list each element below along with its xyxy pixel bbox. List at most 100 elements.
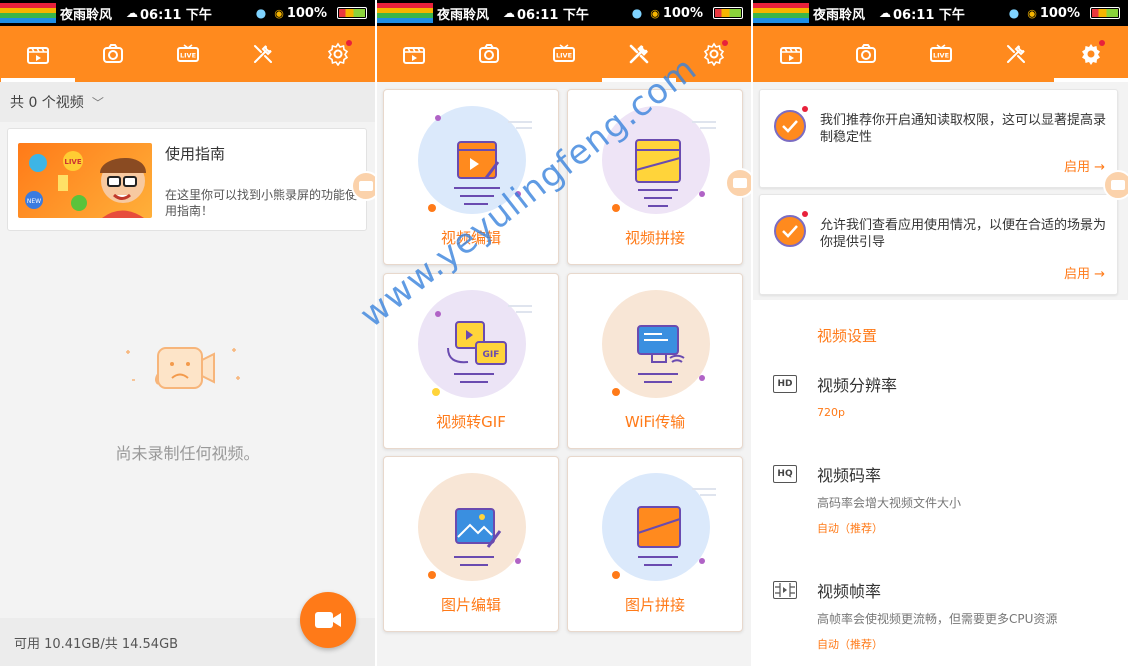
notification-dot (721, 40, 728, 46)
tab-videos[interactable] (753, 26, 828, 82)
setting-value: 720p (817, 406, 845, 419)
tab-screenshot[interactable] (452, 26, 527, 82)
setting-title: 视频分辨率 (817, 376, 898, 395)
hd-icon: HD (773, 375, 797, 393)
status-bar: 夜雨聆风 ☁ 06:11 下午 ● ◉ 100% (753, 0, 1128, 26)
carrier-logo-icon (0, 0, 56, 26)
film-strip-icon (773, 581, 797, 599)
svg-text:NEW: NEW (27, 198, 41, 205)
tool-image-edit[interactable]: 图片编辑 (383, 456, 559, 632)
carrier-name: 夜雨聆风 (813, 7, 866, 23)
camera-icon (359, 181, 373, 191)
camera-icon (479, 44, 500, 63)
check-icon (774, 110, 806, 142)
tab-tools[interactable] (601, 26, 676, 82)
svg-text:LIVE: LIVE (64, 158, 81, 166)
setting-framerate[interactable]: 视频帧率 高帧率会使视频更流畅，但需要更多CPU资源 自动（推荐） (753, 578, 1128, 658)
video-count-label: 共 0 个视频 (10, 95, 84, 111)
tab-tools[interactable] (225, 26, 300, 82)
chevron-down-icon: ﹀ (91, 95, 104, 110)
image-merge-icon (612, 488, 716, 579)
battery-percent: 100% (662, 5, 703, 21)
location-icon: ● (255, 6, 267, 20)
enable-button[interactable]: 启用 → (1064, 156, 1105, 175)
setting-value: 自动（推荐） (817, 522, 883, 535)
enable-button[interactable]: 启用 → (1064, 263, 1105, 282)
battery-icon (1090, 7, 1120, 19)
setting-title: 视频帧率 (817, 582, 882, 601)
video-merge-icon (612, 121, 716, 212)
floating-record-handle[interactable] (725, 168, 751, 198)
guide-illustration: LIVE NEW (18, 143, 152, 218)
tab-videos[interactable] (0, 26, 75, 82)
carrier-name: 夜雨聆风 (60, 7, 113, 23)
floating-record-handle[interactable] (1103, 170, 1128, 200)
setting-title: 视频码率 (817, 466, 882, 485)
video-icon (403, 47, 426, 64)
tool-image-merge[interactable]: 图片拼接 (567, 456, 743, 632)
video-count-filter[interactable]: 共 0 个视频 ﹀ (0, 82, 375, 122)
section-title: 视频设置 (817, 327, 878, 345)
permission-text: 我们推荐你开启通知读取权限，这可以显著提高录制稳定性 (820, 113, 1107, 145)
camera-icon (733, 178, 747, 188)
video-to-gif-icon: GIF (432, 305, 532, 396)
setting-resolution[interactable]: HD 视频分辨率 720p (753, 372, 1128, 432)
battery-icon (713, 7, 743, 19)
check-icon (774, 215, 806, 247)
empty-state-text: 尚未录制任何视频。 (115, 444, 260, 463)
signal-icon: ◉ (274, 6, 284, 20)
notification-dot (802, 106, 808, 112)
status-time: 06:11 下午 (140, 7, 212, 23)
tab-videos[interactable] (377, 26, 452, 82)
notification-dot (802, 211, 808, 217)
tool-video-to-gif[interactable]: GIF 视频转GIF (383, 273, 559, 449)
guide-description: 在这里你可以找到小熊录屏的功能使用指南！ (165, 188, 358, 218)
camera-icon (102, 44, 123, 63)
tab-live[interactable]: LIVE (903, 26, 978, 82)
tool-label: 图片拼接 (624, 596, 685, 614)
tab-settings[interactable] (676, 26, 751, 82)
status-time: 06:11 下午 (893, 7, 965, 23)
svg-text:GIF: GIF (483, 350, 500, 360)
wifi-transfer-icon (612, 325, 705, 396)
svg-text:LIVE: LIVE (932, 52, 948, 60)
battery-percent: 100% (286, 5, 327, 21)
tool-label: 视频编辑 (440, 229, 501, 247)
carrier-logo-icon (753, 0, 809, 26)
tab-screenshot[interactable] (75, 26, 150, 82)
tab-tools[interactable] (978, 26, 1053, 82)
setting-value: 自动（推荐） (817, 638, 883, 651)
tab-live[interactable]: LIVE (527, 26, 602, 82)
record-button[interactable] (300, 592, 356, 648)
battery-icon (337, 7, 367, 19)
weather-icon: ☁ (503, 6, 516, 20)
signal-icon: ◉ (650, 6, 660, 20)
floating-record-handle[interactable] (351, 171, 375, 201)
main-tabbar: LIVE (377, 26, 751, 82)
image-edit-icon (428, 508, 521, 579)
svg-text:LIVE: LIVE (179, 52, 195, 60)
location-icon: ● (1008, 6, 1020, 20)
tab-settings[interactable] (1053, 26, 1128, 82)
tab-settings[interactable] (300, 26, 375, 82)
location-icon: ● (631, 6, 643, 20)
setting-description: 高码率会增大视频文件大小 (817, 496, 962, 510)
tab-screenshot[interactable] (828, 26, 903, 82)
tool-video-merge[interactable]: 视频拼接 (567, 89, 743, 265)
permission-card-notification: 我们推荐你开启通知读取权限，这可以显著提高录制稳定性 启用 → (759, 89, 1118, 188)
carrier-logo-icon (377, 0, 433, 26)
weather-icon: ☁ (879, 6, 892, 20)
empty-video-icon (126, 347, 240, 389)
guide-card[interactable]: LIVE NEW 使用指南 在这里你可以找到小熊录屏的功能使用指南！ (7, 128, 367, 231)
video-edit-icon (428, 115, 532, 212)
main-tabbar: LIVE (0, 26, 375, 82)
tool-wifi-transfer[interactable]: WiFi传输 (567, 273, 743, 449)
videos-panel: 夜雨聆风 ☁ 06:11 下午 ● ◉ 100% LIVE 共 0 个视频 ﹀ L… (0, 0, 375, 666)
svg-text:LIVE: LIVE (556, 52, 572, 60)
setting-bitrate[interactable]: HQ 视频码率 高码率会增大视频文件大小 自动（推荐） (753, 462, 1128, 542)
signal-icon: ◉ (1027, 6, 1037, 20)
tool-video-edit[interactable]: 视频编辑 (383, 89, 559, 265)
tab-live[interactable]: LIVE (150, 26, 225, 82)
gear-icon (703, 42, 724, 66)
carrier-name: 夜雨聆风 (437, 7, 490, 23)
